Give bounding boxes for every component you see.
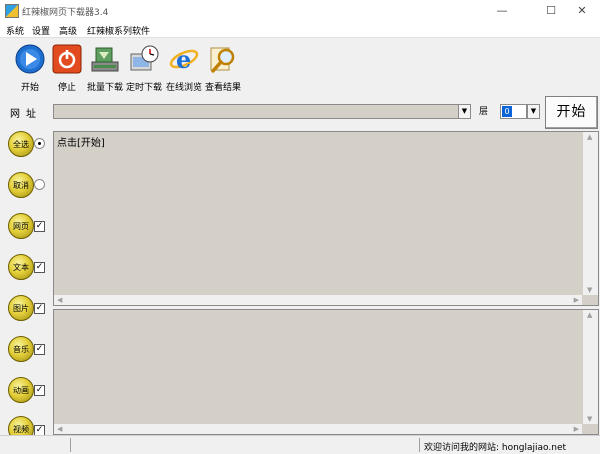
cancel-label: 取消 [13, 181, 29, 190]
ie-browser-icon: e [169, 45, 199, 74]
menu-bar: 系统 设置 高级 红辣椒系列软件 [0, 22, 600, 38]
chevron-down-icon: ▼ [461, 107, 468, 115]
log-panel[interactable]: 点击[开始] ▲ ▼ ◀ ▶ [53, 131, 599, 306]
address-label: 网址 [10, 109, 42, 120]
menu-series-software[interactable]: 红辣椒系列软件 [87, 24, 150, 37]
view-results-icon [210, 47, 235, 73]
status-text: 欢迎访问我的网站: honglajiao.net [424, 443, 567, 453]
select-all-radio[interactable] [34, 138, 45, 149]
scroll-up-icon: ▲ [587, 133, 593, 141]
music-checkbox[interactable]: ✓ [34, 344, 45, 355]
status-divider [419, 438, 420, 452]
layer-dropdown-button[interactable]: ▼ [527, 104, 540, 119]
status-divider [70, 438, 71, 452]
animation-checkbox[interactable]: ✓ [34, 385, 45, 396]
scroll-left-icon: ◀ [57, 296, 63, 304]
play-icon [15, 44, 45, 74]
menu-advanced[interactable]: 高级 [59, 24, 77, 37]
address-row: 网址 ▼ 层 0 ▼ 开始 [0, 96, 600, 130]
start-button[interactable]: 开始 [545, 96, 598, 129]
toolbar-view-results-label: 查看结果 [204, 83, 241, 93]
toolbar: 开始 停止 批量下载 定时下载 e 在线浏览 查看结果 [0, 38, 600, 93]
animation-button[interactable]: 动画 [8, 377, 34, 403]
log-vertical-scrollbar[interactable]: ▲ ▼ [583, 132, 598, 295]
music-button[interactable]: 音乐 [8, 336, 34, 362]
webpage-checkbox[interactable]: ✓ [34, 221, 45, 232]
webpage-label: 网页 [13, 222, 29, 231]
results-panel[interactable]: ▲ ▼ ◀ ▶ [53, 309, 599, 435]
log-text: 点击[开始] [57, 138, 105, 149]
address-dropdown-button[interactable]: ▼ [458, 104, 471, 119]
scroll-right-icon: ▶ [573, 425, 579, 433]
animation-label: 动画 [13, 386, 29, 395]
chevron-down-icon: ▼ [530, 107, 537, 115]
cancel-button[interactable]: 取消 [8, 172, 34, 198]
menu-system[interactable]: 系统 [6, 24, 24, 37]
music-label: 音乐 [13, 345, 29, 354]
scroll-up-icon: ▲ [587, 311, 593, 319]
results-horizontal-scrollbar[interactable]: ◀ ▶ [54, 424, 582, 434]
menu-settings[interactable]: 设置 [32, 24, 50, 37]
close-button[interactable]: ✕ [562, 0, 600, 22]
select-all-label: 全选 [13, 140, 29, 149]
text-label: 文本 [13, 263, 29, 272]
text-button[interactable]: 文本 [8, 254, 34, 280]
scroll-down-icon: ▼ [587, 415, 593, 423]
image-checkbox[interactable]: ✓ [34, 303, 45, 314]
log-horizontal-scrollbar[interactable]: ◀ ▶ [54, 295, 582, 305]
toolbar-view-results-button[interactable]: 查看结果 [203, 44, 243, 93]
results-vertical-scrollbar[interactable]: ▲ ▼ [583, 310, 598, 424]
window-title: 红辣椒网页下载器3.4 [22, 8, 109, 18]
title-bar: 红辣椒网页下载器3.4 — ☐ ✕ [0, 0, 600, 22]
layer-label: 层 [479, 107, 489, 117]
webpage-button[interactable]: 网页 [8, 213, 34, 239]
stop-icon [52, 44, 82, 74]
layer-select[interactable]: 0 [500, 104, 527, 119]
address-input[interactable] [53, 104, 459, 119]
status-bar: 欢迎访问我的网站: honglajiao.net [0, 435, 600, 454]
scroll-right-icon: ▶ [573, 296, 579, 304]
batch-download-icon [91, 47, 119, 72]
scroll-left-icon: ◀ [57, 425, 63, 433]
app-icon [5, 4, 19, 18]
minimize-button[interactable]: — [482, 0, 522, 22]
select-all-button[interactable]: 全选 [8, 131, 34, 157]
cancel-radio[interactable] [34, 179, 45, 190]
svg-text:e: e [176, 45, 191, 74]
text-checkbox[interactable]: ✓ [34, 262, 45, 273]
image-button[interactable]: 图片 [8, 295, 34, 321]
layer-value: 0 [502, 106, 512, 117]
image-label: 图片 [13, 304, 29, 313]
scroll-down-icon: ▼ [587, 286, 593, 294]
scheduled-download-icon [130, 45, 159, 71]
video-label: 视频 [13, 425, 29, 434]
